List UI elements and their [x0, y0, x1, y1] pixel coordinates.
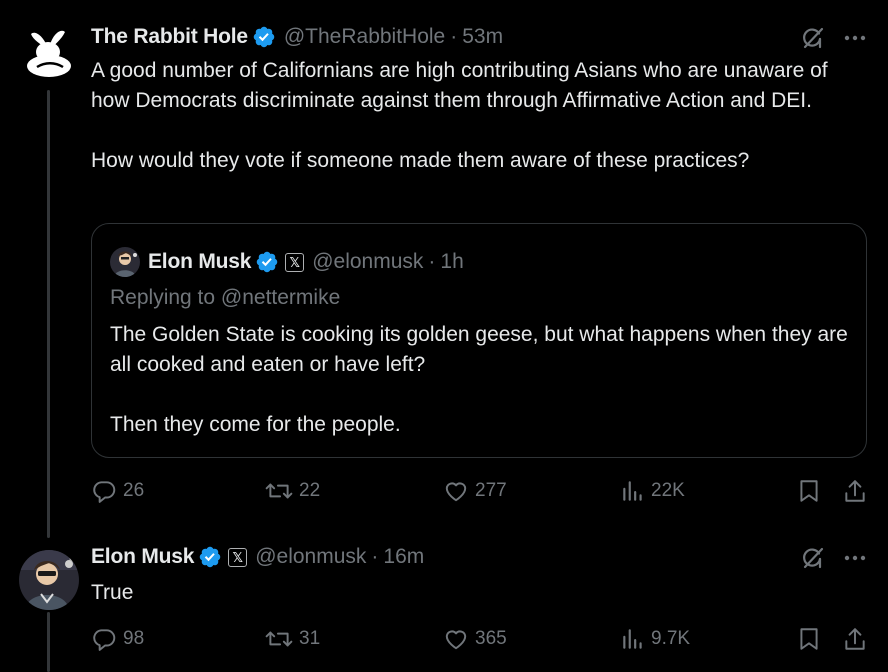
tweet-actions: 98 31 365 9.7K [91, 626, 867, 656]
views-button[interactable]: 9.7K [621, 626, 690, 652]
timestamp[interactable]: 16m [383, 544, 424, 570]
tweet-header: The Rabbit Hole @TheRabbitHole · 53m [91, 24, 503, 50]
like-button[interactable]: 277 [443, 478, 507, 504]
timestamp[interactable]: 53m [462, 24, 503, 50]
handle[interactable]: @TheRabbitHole [284, 24, 445, 50]
tweet-rabbit-hole[interactable]: The Rabbit Hole @TheRabbitHole · 53m A g… [0, 0, 888, 530]
views-button[interactable]: 22K [621, 478, 685, 504]
bookmark-button[interactable] [797, 626, 827, 652]
views-icon [623, 629, 642, 649]
tweet-top-icons [800, 25, 866, 51]
rabbit-logo-icon [27, 30, 71, 77]
replying-to[interactable]: Replying to @nettermike [110, 286, 340, 310]
separator-dot: · [371, 545, 379, 568]
like-icon [445, 630, 467, 650]
avatar-rabbit-hole[interactable] [23, 22, 73, 82]
reply-icon [93, 481, 116, 503]
avatar-elon-musk[interactable] [19, 550, 79, 610]
repost-button[interactable]: 22 [265, 478, 320, 504]
reply-count: 98 [123, 628, 145, 649]
like-button[interactable]: 365 [443, 626, 507, 652]
tweet-text: True [91, 581, 134, 604]
quote-timestamp[interactable]: 1h [440, 249, 463, 275]
verified-icon [198, 545, 222, 569]
repost-count: 31 [299, 628, 321, 649]
more-icon[interactable] [844, 555, 866, 561]
quote-tweet-card[interactable]: Elon Musk 𝕏 @elonmusk · 1h Replying to @… [91, 223, 867, 458]
grok-icon[interactable] [800, 545, 826, 571]
reply-count: 26 [123, 480, 145, 501]
quote-handle[interactable]: @elonmusk [312, 249, 423, 275]
more-icon[interactable] [844, 35, 866, 41]
share-button[interactable] [843, 478, 873, 504]
tweet-elon-reply[interactable]: Elon Musk 𝕏 @elonmusk · 16m True 98 31 3… [0, 530, 888, 672]
share-button[interactable] [843, 626, 873, 652]
tweet-text: A good number of Californians are high c… [91, 59, 828, 172]
bookmark-icon [800, 480, 818, 502]
tweet-actions: 26 22 277 22K [91, 478, 867, 508]
tweet-header: Elon Musk 𝕏 @elonmusk · 16m [91, 544, 424, 570]
verified-icon [255, 250, 279, 274]
quote-display-name[interactable]: Elon Musk [148, 249, 251, 275]
repost-count: 22 [299, 480, 321, 501]
views-count: 22K [651, 480, 685, 501]
quote-text: The Golden State is cooking its golden g… [110, 323, 848, 436]
like-icon [445, 482, 467, 502]
display-name[interactable]: Elon Musk [91, 544, 194, 570]
verified-icon [252, 25, 276, 49]
share-icon [845, 480, 865, 502]
separator-dot: · [450, 25, 458, 48]
reply-button[interactable]: 26 [91, 478, 144, 504]
repost-icon [265, 631, 293, 647]
grok-icon[interactable] [800, 25, 826, 51]
repost-button[interactable]: 31 [265, 626, 320, 652]
separator-dot: · [428, 250, 436, 273]
x-badge-icon: 𝕏 [285, 252, 305, 272]
reply-button[interactable]: 98 [91, 626, 144, 652]
bookmark-button[interactable] [797, 478, 827, 504]
reply-icon [93, 629, 116, 651]
views-count: 9.7K [651, 628, 691, 649]
handle[interactable]: @elonmusk [255, 544, 366, 570]
repost-icon [265, 483, 293, 499]
tweet-top-icons [800, 545, 866, 571]
avatar-elon-musk-quote [110, 247, 140, 277]
share-icon [845, 628, 865, 650]
views-icon [623, 481, 642, 501]
display-name[interactable]: The Rabbit Hole [91, 24, 248, 50]
quote-header: Elon Musk 𝕏 @elonmusk · 1h [110, 247, 464, 277]
like-count: 277 [475, 480, 507, 501]
x-badge-icon: 𝕏 [228, 547, 248, 567]
like-count: 365 [475, 628, 507, 649]
bookmark-icon [800, 628, 818, 650]
